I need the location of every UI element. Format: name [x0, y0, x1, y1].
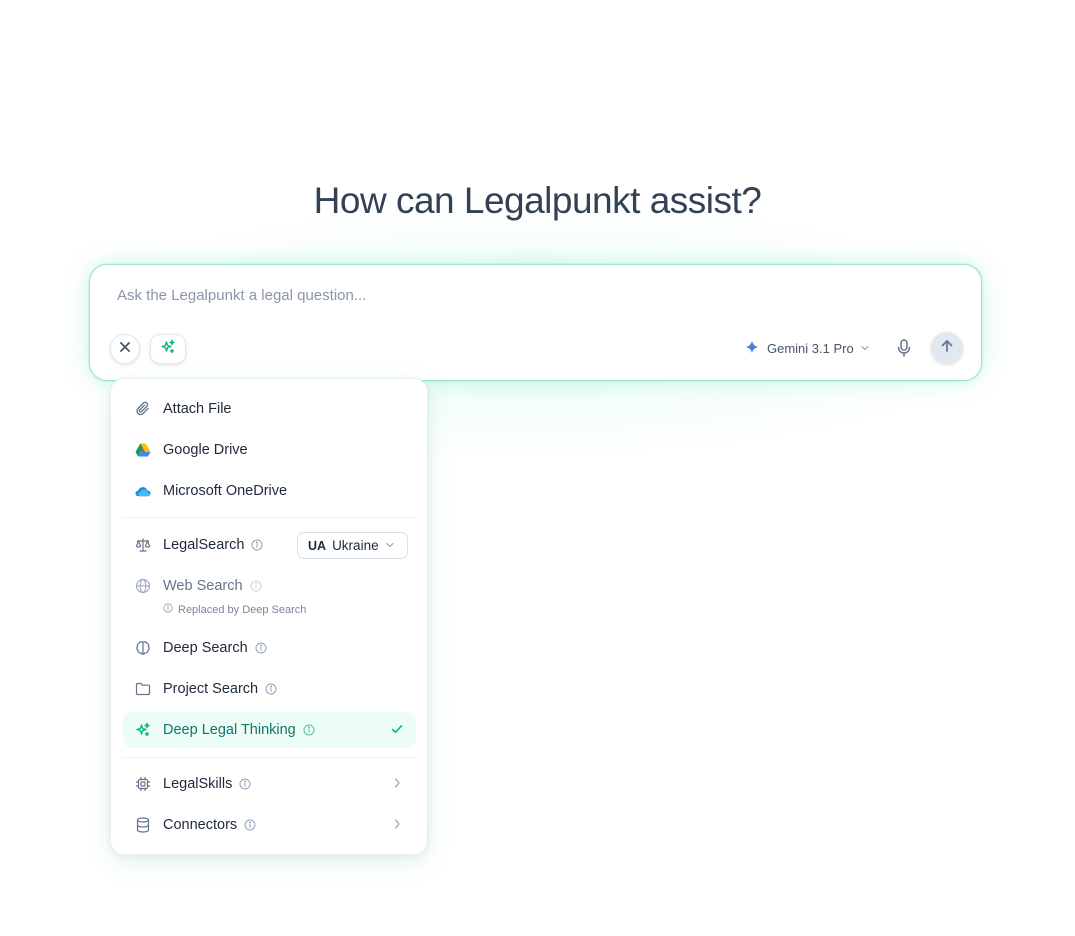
- globe-icon: [135, 578, 151, 594]
- info-icon[interactable]: [244, 819, 256, 831]
- web-search-note-text: Replaced by Deep Search: [178, 603, 307, 616]
- chevron-down-icon: [860, 341, 870, 356]
- microphone-button[interactable]: [896, 339, 912, 362]
- chip-icon: [135, 776, 151, 792]
- paperclip-icon: [135, 401, 151, 417]
- chevron-right-icon: [392, 777, 402, 793]
- country-name: Ukraine: [332, 538, 379, 553]
- menu-item-deep-legal-thinking[interactable]: Deep Legal Thinking: [123, 712, 416, 748]
- info-icon[interactable]: [265, 683, 277, 695]
- sparkles-icon: [160, 339, 176, 360]
- menu-item-label: Web Search: [163, 578, 243, 594]
- info-icon: [250, 580, 262, 592]
- country-selector[interactable]: UA Ukraine: [297, 532, 408, 559]
- google-drive-icon: [135, 442, 151, 458]
- page-title: How can Legalpunkt assist?: [313, 180, 762, 221]
- menu-item-onedrive[interactable]: Microsoft OneDrive: [123, 473, 416, 509]
- menu-item-label: Attach File: [163, 401, 232, 417]
- web-search-note: Replaced by Deep Search: [163, 603, 306, 616]
- menu-item-label: Connectors: [163, 817, 238, 833]
- model-selector[interactable]: Gemini 3.1 Pro: [745, 340, 870, 357]
- chat-composer: Gemini 3.1 Pro: [89, 264, 982, 381]
- model-name: Gemini 3.1 Pro: [767, 341, 854, 356]
- menu-item-label: Google Drive: [163, 442, 248, 458]
- info-icon[interactable]: [255, 642, 267, 654]
- menu-item-connectors[interactable]: Connectors: [123, 807, 416, 843]
- sparkles-icon: [135, 722, 151, 738]
- menu-item-deep-search[interactable]: Deep Search: [123, 630, 416, 666]
- gemini-star-icon: [745, 340, 759, 357]
- menu-item-label: LegalSkills: [163, 776, 233, 792]
- brain-icon: [135, 640, 151, 656]
- folder-icon: [135, 681, 151, 697]
- menu-item-web-search: Web Search: [123, 568, 416, 604]
- onedrive-icon: [135, 483, 151, 499]
- prompt-input[interactable]: [117, 287, 937, 304]
- close-icon: [119, 340, 131, 358]
- menu-item-label: Project Search: [163, 681, 259, 697]
- send-button[interactable]: [931, 332, 963, 364]
- menu-item-project-search[interactable]: Project Search: [123, 671, 416, 707]
- menu-item-attach-file[interactable]: Attach File: [123, 391, 416, 427]
- country-code: UA: [308, 538, 327, 553]
- scale-icon: [135, 537, 151, 553]
- menu-divider: [123, 517, 416, 518]
- menu-item-label: LegalSearch: [163, 537, 245, 553]
- database-icon: [135, 817, 151, 833]
- microphone-icon: [896, 339, 912, 361]
- info-icon[interactable]: [239, 778, 251, 790]
- info-icon[interactable]: [251, 539, 263, 551]
- checkmark-icon: [390, 722, 404, 740]
- close-menu-button[interactable]: [110, 334, 140, 364]
- menu-item-label: Microsoft OneDrive: [163, 483, 288, 499]
- menu-item-label: Deep Legal Thinking: [163, 722, 296, 738]
- menu-divider: [123, 757, 416, 758]
- chevron-right-icon: [392, 818, 402, 834]
- menu-item-google-drive[interactable]: Google Drive: [123, 432, 416, 468]
- deep-legal-thinking-toggle[interactable]: [150, 334, 186, 364]
- tools-menu: Attach File Google Drive Microsoft OneDr…: [110, 378, 428, 855]
- menu-item-legalskills[interactable]: LegalSkills: [123, 766, 416, 802]
- info-icon: [163, 603, 173, 616]
- chevron-down-icon: [385, 538, 395, 553]
- info-icon[interactable]: [303, 724, 315, 736]
- arrow-up-icon: [940, 339, 954, 358]
- menu-item-label: Deep Search: [163, 640, 248, 656]
